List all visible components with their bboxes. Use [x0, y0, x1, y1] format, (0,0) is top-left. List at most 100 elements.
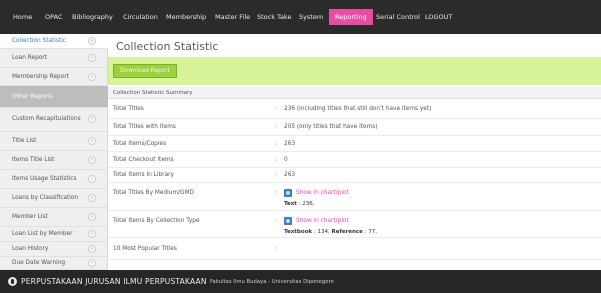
- sidebar-item-loan-report[interactable]: Loan Report ›: [0, 49, 108, 68]
- top-navigation: Home OPAC Bibliography Circulation Membe…: [0, 0, 601, 34]
- sidebar-item-membership-report[interactable]: Membership Report ›: [0, 68, 108, 86]
- nav-serial-control[interactable]: Serial Control: [376, 13, 420, 21]
- stat-value: 263: [284, 141, 296, 147]
- chevron-right-icon: ›: [88, 54, 96, 62]
- stat-colon: :: [275, 106, 277, 112]
- stat-colon: :: [275, 141, 277, 147]
- stat-row: Total Items/Copies : 263: [108, 136, 601, 152]
- stat-colon: :: [275, 246, 277, 252]
- chevron-right-icon: ›: [88, 245, 96, 253]
- sidebar-item-label: Custom Recapitulations: [12, 116, 81, 122]
- chevron-right-icon: ›: [88, 194, 96, 202]
- summary-header: Collection Statistic Summary: [108, 87, 601, 99]
- show-chart-link[interactable]: Show in chart/plot: [296, 190, 349, 196]
- stat-label: Total Items/Copies: [113, 141, 167, 147]
- stat-row: Total Checkout Items : 0: [108, 152, 601, 168]
- nav-stock-take[interactable]: Stock Take: [257, 13, 291, 21]
- chevron-right-icon: ›: [88, 73, 96, 81]
- nav-membership[interactable]: Membership: [166, 13, 206, 21]
- sidebar-item-label: Loan Report: [12, 55, 47, 61]
- nav-circulation[interactable]: Circulation: [123, 13, 158, 21]
- sidebar-section-other-reports: Other Reports: [0, 86, 108, 108]
- stat-colon: :: [275, 218, 277, 224]
- stat-row: Total Titles : 236 (including titles tha…: [108, 100, 601, 119]
- sidebar-item-label: Items Title List: [12, 157, 55, 163]
- detail-label: Text: [284, 201, 297, 207]
- sidebar-item-label: Title List: [12, 138, 37, 144]
- sidebar-item-label: Loans by Classification: [12, 195, 79, 201]
- stat-colon: :: [275, 172, 277, 178]
- slims-logo-icon: [8, 277, 17, 286]
- stat-value: 236 (including titles that still don't h…: [284, 106, 432, 112]
- nav-reporting[interactable]: Reporting: [329, 9, 373, 25]
- stat-label: Total Titles By Medium/GMD: [113, 190, 195, 196]
- sidebar-item-loan-history[interactable]: Loan History ›: [0, 242, 108, 257]
- sidebar-item-label: Items Usage Statistics: [12, 176, 77, 182]
- chevron-right-icon: ›: [88, 156, 96, 164]
- stat-value: 263: [284, 172, 296, 178]
- sidebar-item-label: Loan History: [12, 246, 49, 252]
- chart-icon[interactable]: [284, 189, 292, 197]
- action-bar: [108, 57, 601, 85]
- nav-system[interactable]: System: [299, 13, 323, 21]
- sidebar-item-label: Member List: [12, 214, 48, 220]
- stat-row: Total Titles with items : 205 (only titl…: [108, 119, 601, 136]
- stat-row: Total Items By Collection Type : Show in…: [108, 211, 601, 238]
- sidebar-item-due-date-warning[interactable]: Due Date Warning ›: [0, 257, 108, 270]
- page-title: Collection Statistic: [116, 40, 219, 53]
- sidebar-item-member-list[interactable]: Member List ›: [0, 208, 108, 227]
- sidebar-item-items-title-list[interactable]: Items Title List ›: [0, 151, 108, 170]
- footer-faculty: Fakultas Ilmu Budaya - Universitas Dipon…: [210, 279, 334, 285]
- stat-value: 0: [284, 157, 288, 163]
- chart-icon[interactable]: [284, 217, 292, 225]
- detail-value: : 77,: [364, 229, 377, 235]
- stat-colon: :: [275, 190, 277, 196]
- sidebar-item-custom-recapitulations[interactable]: Custom Recapitulations ›: [0, 108, 108, 132]
- detail-label: Textbook: [284, 229, 313, 235]
- stat-detail: Textbook : 134, Reference : 77,: [284, 229, 377, 235]
- stat-row: 10 Most Popular Titles :: [108, 238, 601, 260]
- nav-home[interactable]: Home: [13, 13, 32, 21]
- footer-org-name: PERPUSTAKAAN JURUSAN ILMU PERPUSTAKAAN: [21, 277, 207, 286]
- sidebar-section-label: Other Reports: [12, 94, 53, 100]
- stat-colon: :: [275, 157, 277, 163]
- chevron-right-icon: ›: [88, 230, 96, 238]
- stat-label: Total Items By Collection Type: [113, 218, 200, 224]
- sidebar-item-loan-list-by-member[interactable]: Loan List by Member ›: [0, 227, 108, 242]
- chevron-right-icon: ›: [88, 213, 96, 221]
- sidebar: Collection Statistic › Loan Report › Mem…: [0, 34, 108, 270]
- stat-row: Total Titles By Medium/GMD : Show in cha…: [108, 183, 601, 211]
- nav-master-file[interactable]: Master File: [215, 13, 250, 21]
- stat-label: 10 Most Popular Titles: [113, 246, 177, 252]
- sidebar-item-label: Due Date Warning: [12, 260, 66, 266]
- chevron-right-icon: ›: [88, 37, 96, 45]
- sidebar-item-label: Loan List by Member: [12, 231, 73, 237]
- detail-label: Reference: [331, 229, 363, 235]
- stat-detail: Text : 236,: [284, 201, 315, 207]
- stat-colon: :: [275, 124, 277, 130]
- stat-row: Total Items In Library : 263: [108, 168, 601, 183]
- stat-label: Total Items In Library: [113, 172, 174, 178]
- stat-value: 205 (only titles that have items): [284, 124, 378, 130]
- stat-label: Total Titles: [113, 106, 144, 112]
- nav-opac[interactable]: OPAC: [45, 13, 63, 21]
- detail-value: : 236,: [298, 201, 315, 207]
- stat-label: Total Titles with items: [113, 124, 176, 130]
- nav-bibliography[interactable]: Bibliography: [72, 13, 113, 21]
- show-chart-link[interactable]: Show in chart/plot: [296, 218, 349, 224]
- sidebar-item-loans-by-classification[interactable]: Loans by Classification ›: [0, 189, 108, 208]
- sidebar-item-label: Collection Statistic: [12, 38, 66, 44]
- chevron-right-icon: ›: [88, 115, 96, 123]
- footer: PERPUSTAKAAN JURUSAN ILMU PERPUSTAKAAN F…: [0, 270, 601, 293]
- nav-logout[interactable]: LOGOUT: [425, 13, 452, 21]
- detail-value: : 134,: [313, 229, 330, 235]
- summary-label: Collection Statistic Summary: [113, 90, 193, 96]
- chevron-right-icon: ›: [88, 137, 96, 145]
- chevron-right-icon: ›: [88, 175, 96, 183]
- sidebar-item-collection-statistic[interactable]: Collection Statistic ›: [0, 34, 108, 49]
- sidebar-item-items-usage-statistics[interactable]: Items Usage Statistics ›: [0, 170, 108, 189]
- sidebar-item-label: Membership Report: [12, 74, 69, 80]
- chevron-right-icon: ›: [88, 259, 96, 267]
- sidebar-item-title-list[interactable]: Title List ›: [0, 132, 108, 151]
- download-report-button[interactable]: Download Report: [113, 64, 177, 78]
